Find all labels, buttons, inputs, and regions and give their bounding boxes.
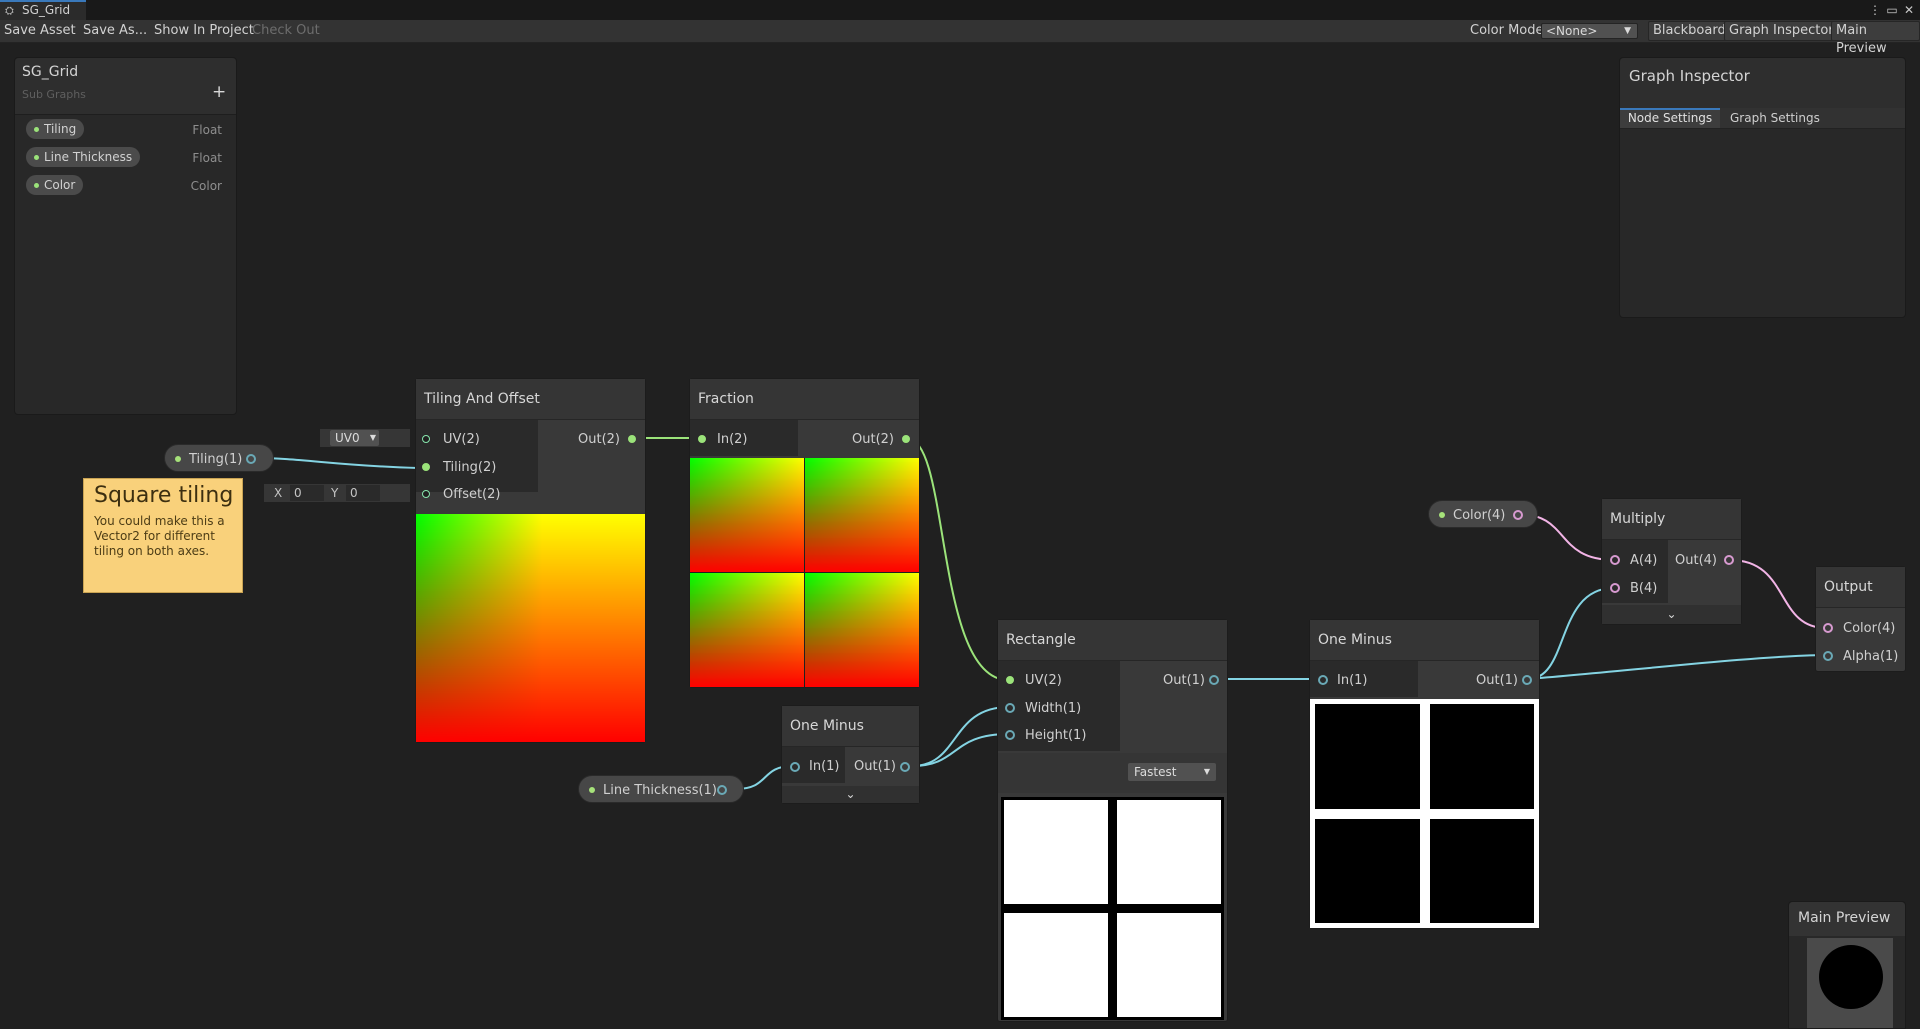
out-output-port[interactable]	[1209, 675, 1219, 685]
node-title: Tiling And Offset	[416, 379, 645, 420]
uv-input-label: UV(2)	[1025, 673, 1062, 688]
uv-input-port[interactable]	[1006, 676, 1014, 684]
node-title: One Minus	[782, 706, 919, 747]
offset-x-label: X	[274, 486, 283, 500]
wire-one-minus-to-alpha	[1527, 654, 1827, 680]
tiling-input-label: Tiling(2)	[443, 460, 497, 475]
out-output-label: Out(1)	[1163, 673, 1205, 688]
out-output-label: Out(2)	[852, 432, 894, 447]
height-input-label: Height(1)	[1025, 728, 1087, 743]
color-output-port[interactable]	[1513, 510, 1523, 520]
property-node-label: Tiling(1)	[189, 452, 243, 467]
node-inputs-panel	[416, 420, 538, 492]
node-title: Output	[1816, 567, 1905, 608]
rectangle-mode-value: Fastest	[1134, 765, 1177, 779]
float-dot-icon	[175, 456, 181, 462]
tiling-and-offset-node[interactable]: Tiling And Offset UV(2) Tiling(2) Offset…	[415, 378, 646, 743]
tiling-output-port[interactable]	[246, 454, 256, 464]
node-title: Fraction	[690, 379, 919, 420]
alpha-input-port[interactable]	[1823, 651, 1833, 661]
uv-input-port[interactable]	[422, 435, 430, 443]
line-thickness-property-node[interactable]: Line Thickness(1)	[578, 775, 744, 803]
multiply-node[interactable]: Multiply A(4) B(4) Out(4) ⌄	[1601, 498, 1742, 625]
line-thickness-output-port[interactable]	[717, 785, 727, 795]
width-input-port[interactable]	[1005, 703, 1015, 713]
node-title: Multiply	[1602, 499, 1741, 540]
in-input-label: In(1)	[809, 759, 840, 774]
color-dot-icon	[1439, 512, 1445, 518]
wire-one-minus-to-height	[911, 733, 1010, 767]
in-input-label: In(1)	[1337, 673, 1368, 688]
tiling-property-node[interactable]: Tiling(1)	[164, 444, 274, 472]
color-property-node[interactable]: Color(4)	[1428, 500, 1538, 528]
out-output-port[interactable]	[1522, 675, 1532, 685]
one-minus-node-1[interactable]: One Minus In(1) Out(1) ⌄	[781, 705, 920, 804]
offset-y-label: Y	[331, 486, 339, 500]
chevron-down-icon: ⌄	[845, 787, 856, 801]
one-minus-node-2[interactable]: One Minus In(1) Out(1)	[1309, 619, 1540, 929]
node-preview	[1001, 797, 1224, 1020]
main-preview-title: Main Preview	[1798, 910, 1891, 926]
node-preview	[1310, 699, 1539, 928]
rectangle-mode-dropdown[interactable]: Fastest ▼	[1128, 763, 1216, 781]
in-input-port[interactable]	[698, 435, 706, 443]
rectangle-node[interactable]: Rectangle UV(2) Width(1) Height(1) Out(1…	[997, 619, 1228, 1022]
wire-tiling-to-tiling-offset	[255, 457, 419, 469]
offset-input-label: Offset(2)	[443, 487, 501, 502]
height-input-port[interactable]	[1005, 730, 1015, 740]
collapse-preview-button[interactable]: ⌄	[782, 786, 919, 803]
in-input-port[interactable]	[790, 762, 800, 772]
offset-x-field[interactable]: 0	[290, 485, 324, 501]
uv-input-label: UV(2)	[443, 432, 480, 447]
in-input-label: In(2)	[717, 432, 748, 447]
alpha-input-label: Alpha(1)	[1843, 649, 1899, 664]
color-input-port[interactable]	[1823, 623, 1833, 633]
out-output-port[interactable]	[900, 762, 910, 772]
chevron-down-icon: ▼	[369, 433, 376, 442]
out-output-label: Out(1)	[854, 759, 896, 774]
wire-multiply-to-output	[1729, 559, 1827, 629]
b-input-label: B(4)	[1630, 581, 1658, 596]
width-input-label: Width(1)	[1025, 701, 1082, 716]
chevron-down-icon: ▼	[1203, 767, 1210, 776]
chevron-down-icon: ⌄	[1666, 607, 1677, 621]
main-preview-panel[interactable]: Main Preview	[1788, 901, 1906, 1029]
wire-one-minus-to-width	[911, 706, 1010, 767]
out-output-label: Out(4)	[1675, 553, 1717, 568]
node-title: One Minus	[1310, 620, 1539, 661]
property-node-label: Line Thickness(1)	[603, 783, 717, 798]
wire-fraction-to-rectangle-uv	[907, 438, 1009, 681]
a-input-label: A(4)	[1630, 553, 1658, 568]
uv-channel-dropdown[interactable]: UV0 ▼	[330, 430, 379, 446]
preview-sphere	[1819, 945, 1883, 1009]
offset-y-field[interactable]: 0	[346, 485, 380, 501]
b-input-port[interactable]	[1610, 583, 1620, 593]
out-output-port[interactable]	[1724, 555, 1734, 565]
tiling-input-port[interactable]	[422, 463, 430, 471]
output-node[interactable]: Output Color(4) Alpha(1)	[1815, 566, 1906, 672]
fraction-node[interactable]: Fraction In(2) Out(2)	[689, 378, 920, 688]
a-input-port[interactable]	[1610, 555, 1620, 565]
node-preview	[690, 458, 919, 687]
offset-input-port[interactable]	[422, 490, 430, 498]
out-output-label: Out(2)	[578, 432, 620, 447]
property-node-label: Color(4)	[1453, 508, 1506, 523]
sticky-note-title: Square tiling	[94, 483, 234, 508]
node-title: Rectangle	[998, 620, 1227, 661]
in-input-port[interactable]	[1318, 675, 1328, 685]
sticky-note[interactable]: Square tiling You could make this a Vect…	[83, 478, 243, 593]
out-output-port[interactable]	[628, 435, 636, 443]
node-preview	[416, 514, 645, 742]
uv-channel-value: UV0	[335, 431, 360, 445]
sticky-note-body: You could make this a Vector2 for differ…	[94, 514, 225, 558]
out-output-label: Out(1)	[1476, 673, 1518, 688]
expand-preview-button[interactable]: ⌄	[1602, 605, 1741, 624]
out-output-port[interactable]	[902, 435, 910, 443]
float-dot-icon	[589, 787, 595, 793]
color-input-label: Color(4)	[1843, 621, 1896, 636]
